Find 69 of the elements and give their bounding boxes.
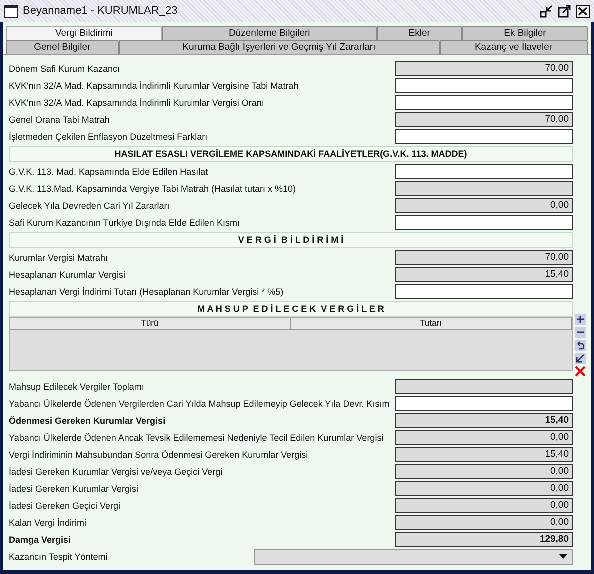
input-field[interactable] [395, 284, 573, 299]
tab[interactable]: Ek Bilgiler [462, 26, 588, 40]
input-field[interactable] [395, 95, 573, 110]
input-field[interactable]: 0,00 [395, 498, 573, 513]
column-header[interactable]: Tutarı [291, 318, 572, 330]
remove-icon[interactable] [575, 327, 586, 338]
field-label: Mahsup Edilecek Vergiler Toplamı [9, 382, 146, 392]
field-label: G.V.K. 113.Mad. Kapsamında Vergiye Tabi Matrah (Hasılat tutarı x %10) [9, 184, 297, 194]
column-header[interactable]: Türü [10, 318, 291, 330]
tab[interactable]: Kuruma Bağlı İşyerleri ve Geçmiş Yıl Zararları [118, 40, 440, 54]
field-label: Safi Kurum Kazancının Türkiye Dışında Elde Edilen Kısmı [9, 218, 241, 228]
input-field[interactable]: 0,00 [395, 481, 573, 496]
field-label: İadesi Gereken Kurumlar Vergisi ve/veya Geçici Vergi [9, 466, 224, 476]
input-field[interactable] [395, 78, 573, 93]
field-label: İadesi Gereken Geçici Vergi [9, 500, 122, 510]
field-label: Gelecek Yıla Devreden Cari Yıl Zararları [9, 200, 171, 210]
field-label: Genel Orana Tabi Matrah [9, 114, 111, 124]
field-label: Yabancı Ülkelerde Ödenen Ancak Tevsik Edilememesi Nedeniyle Tecil Edilen Kurumlar Vergisi [9, 432, 385, 442]
field-label: Damga Vergisi [9, 534, 72, 544]
dropdown[interactable] [254, 548, 573, 564]
tab[interactable]: Düzenleme Bilgileri [162, 26, 377, 40]
field-label: Hesaplanan Vergi İndirimi Tutarı (Hesaplanan Kurumlar Vergisi * %5) [9, 286, 285, 296]
dropdown-arrow-icon [559, 554, 568, 559]
input-field[interactable] [395, 379, 573, 394]
tab[interactable]: Vergi Bildirimi [6, 26, 162, 40]
input-field[interactable]: 70,00 [395, 112, 573, 127]
field-label: Yabancı Ülkelerde Ödenen Vergilerden Cari Yılda Mahsup Edilemeyip Gelecek Yıla Devr. Kısım [9, 398, 391, 408]
input-field[interactable] [395, 164, 573, 179]
field-label: Ödenmesi Gereken Kurumlar Vergisi [9, 416, 167, 426]
field-label: Vergi İndiriminin Mahsubundan Sonra Ödenmesi Gereken Kurumlar Vergisi [9, 450, 310, 460]
input-field[interactable]: 70,00 [395, 250, 573, 265]
restore-icon[interactable] [540, 4, 553, 18]
field-label: Kurumlar Vergisi Matrahı [9, 252, 110, 262]
tab[interactable]: Ekler [376, 26, 462, 40]
section-header: M A H S U P E D İ L E C E K V E R G İ L E R [9, 301, 573, 317]
input-field[interactable]: 129,80 [395, 532, 573, 547]
input-field[interactable] [395, 129, 573, 144]
tab[interactable]: Genel Bilgiler [6, 40, 119, 54]
input-field[interactable]: 0,00 [395, 515, 573, 530]
maximize-icon[interactable] [558, 4, 571, 18]
field-label: Hesaplanan Kurumlar Vergisi [9, 270, 127, 280]
tab[interactable]: Kazanç ve İlaveler [440, 40, 588, 54]
input-field[interactable] [395, 181, 573, 196]
input-field[interactable] [395, 396, 573, 411]
window-icon [4, 4, 18, 18]
field-label: KVK'nın 32/A Mad. Kapsamında İndirimli Kurumlar Vergisi Oranı [9, 98, 266, 108]
field-label: İşletmeden Çekilen Enflasyon Düzeltmesi Farkları [9, 132, 209, 142]
input-field[interactable]: 70,00 [395, 61, 573, 76]
field-label: Kazancın Tespit Yöntemi [9, 552, 109, 562]
field-label: Kalan Vergi İndirimi [9, 518, 88, 528]
section-header: V E R G İ B İ L D İ R İ M İ [9, 232, 573, 248]
undo-icon[interactable] [575, 340, 586, 351]
section-header: HASILAT ESASLI VERGİLEME KAPSAMINDAKİ FAALİYETLER(G.V.K. 113. MADDE) [9, 146, 573, 162]
arrow-icon[interactable] [575, 353, 586, 364]
input-field[interactable]: 0,00 [395, 464, 573, 479]
input-field[interactable]: 15,40 [395, 447, 573, 462]
field-label: KVK'nın 32/A Mad. Kapsamında İndirimli Kurumlar Vergisine Tabi Matrah [9, 80, 300, 90]
add-icon[interactable] [575, 314, 586, 325]
delete-icon[interactable] [575, 366, 586, 377]
field-label: Dönem Safi Kurum Kazancı [9, 64, 122, 74]
input-field[interactable]: 0,00 [395, 430, 573, 445]
input-field[interactable]: 15,40 [395, 413, 573, 428]
field-label: İadesi Gereken Kurumlar Vergisi [9, 484, 140, 494]
input-field[interactable]: 15,40 [395, 267, 573, 282]
field-label: G.V.K. 113. Mad. Kapsamında Elde Edilen Hasılat [9, 166, 210, 176]
input-field[interactable] [395, 215, 573, 230]
close-icon[interactable] [576, 4, 590, 18]
input-field[interactable]: 0,00 [395, 198, 573, 213]
window-title: Beyanname1 - KURUMLAR_23 [23, 5, 179, 17]
